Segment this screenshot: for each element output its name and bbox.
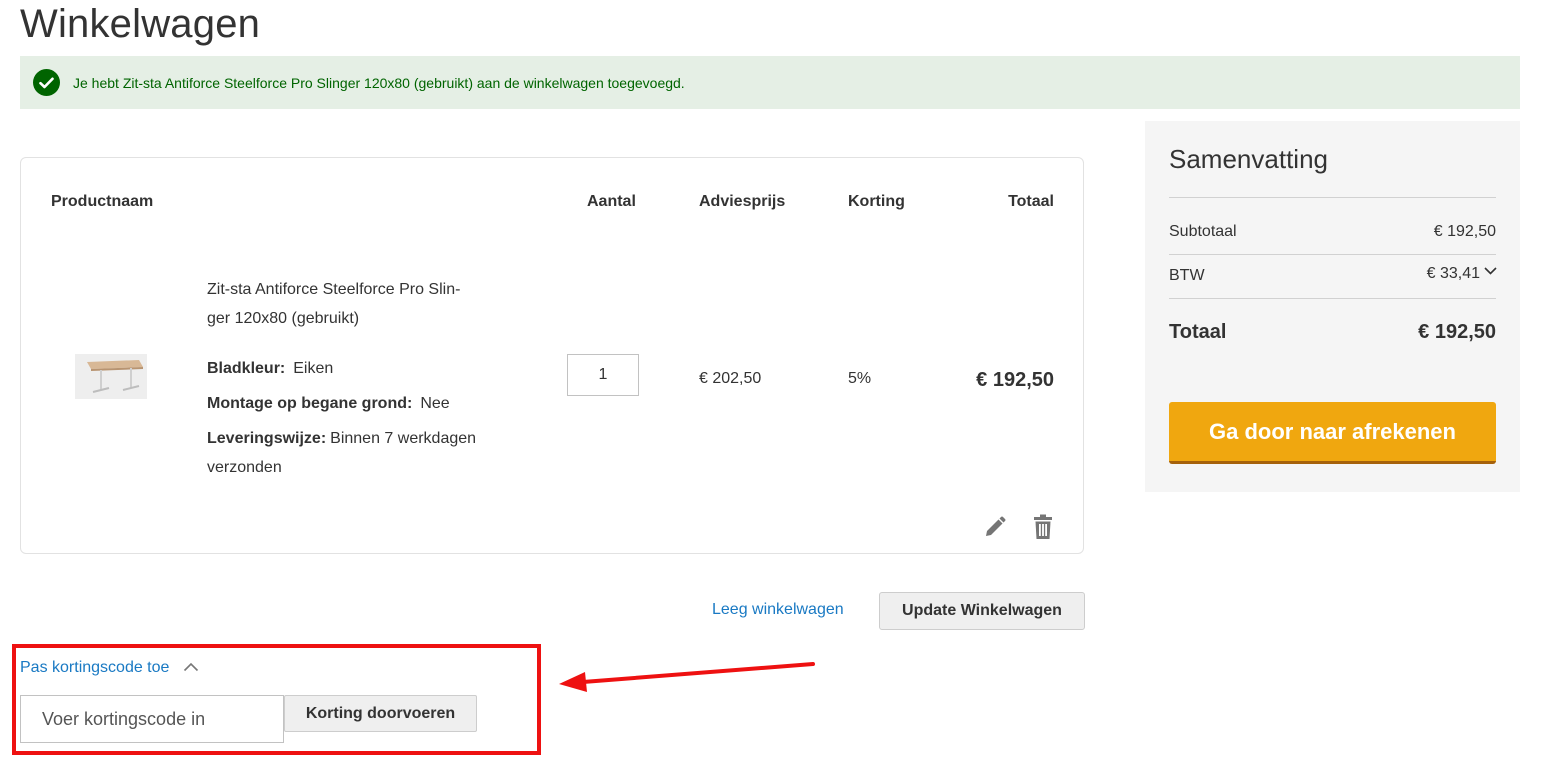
summary-divider bbox=[1169, 254, 1496, 255]
pencil-icon[interactable] bbox=[983, 515, 1007, 539]
option-label: Montage op begane grond: bbox=[207, 395, 413, 412]
update-cart-button[interactable]: Update Winkelwagen bbox=[879, 592, 1085, 630]
trash-icon[interactable] bbox=[1031, 514, 1055, 540]
column-header-discount: Korting bbox=[848, 193, 905, 210]
product-option: Montage op begane grond: Nee bbox=[207, 395, 450, 413]
column-header-price: Adviesprijs bbox=[699, 193, 786, 210]
grand-total-label: Totaal bbox=[1169, 321, 1227, 343]
product-image[interactable] bbox=[75, 354, 147, 399]
summary-divider bbox=[1169, 197, 1496, 198]
product-name-line1: Zit-sta Antiforce Steelforce Pro Slin- bbox=[207, 281, 461, 298]
page-title: Winkelwagen bbox=[20, 2, 261, 46]
product-name-line2: ger 120x80 (gebruikt) bbox=[207, 310, 360, 327]
chevron-down-icon bbox=[1484, 263, 1497, 281]
grand-total-value: € 192,50 bbox=[1418, 321, 1496, 343]
tax-value: € 33,41 bbox=[1426, 265, 1480, 282]
product-option: Bladkleur: Eiken bbox=[207, 360, 333, 378]
success-message: Je hebt Zit-sta Antiforce Steelforce Pro… bbox=[20, 56, 1520, 109]
subtotal-label: Subtotaal bbox=[1169, 223, 1237, 240]
empty-cart-link[interactable]: Leeg winkelwagen bbox=[712, 601, 844, 619]
subtotal-value: € 192,50 bbox=[1433, 223, 1496, 240]
success-message-text: Je hebt Zit-sta Antiforce Steelforce Pro… bbox=[73, 74, 685, 91]
option-value: Eiken bbox=[293, 360, 334, 377]
column-header-total: Totaal bbox=[1008, 193, 1054, 210]
item-price: € 202,50 bbox=[699, 370, 762, 387]
item-total: € 192,50 bbox=[976, 369, 1054, 391]
option-label: Bladkleur: bbox=[207, 360, 286, 377]
check-circle-icon bbox=[33, 69, 60, 96]
column-header-qty: Aantal bbox=[587, 193, 636, 210]
product-name[interactable]: Zit-sta Antiforce Steelforce Pro Slin- g… bbox=[207, 275, 507, 333]
checkout-button[interactable]: Ga door naar afrekenen bbox=[1169, 402, 1496, 464]
tax-value-toggle[interactable]: € 33,41 bbox=[1427, 265, 1497, 283]
option-label: Leveringswijze: bbox=[207, 430, 327, 447]
column-header-product: Productnaam bbox=[51, 193, 154, 210]
summary-divider bbox=[1169, 298, 1496, 299]
tax-label: BTW bbox=[1169, 267, 1205, 284]
quantity-input[interactable] bbox=[567, 354, 639, 396]
option-value: Nee bbox=[420, 395, 450, 412]
annotation-arrow bbox=[555, 655, 820, 695]
cart-table bbox=[20, 157, 1084, 554]
summary-title: Samenvatting bbox=[1169, 144, 1328, 174]
annotation-highlight-box bbox=[12, 644, 541, 755]
product-option: Leveringswijze: Binnen 7 werkdagen verzon… bbox=[207, 424, 517, 482]
item-discount: 5% bbox=[848, 370, 872, 387]
